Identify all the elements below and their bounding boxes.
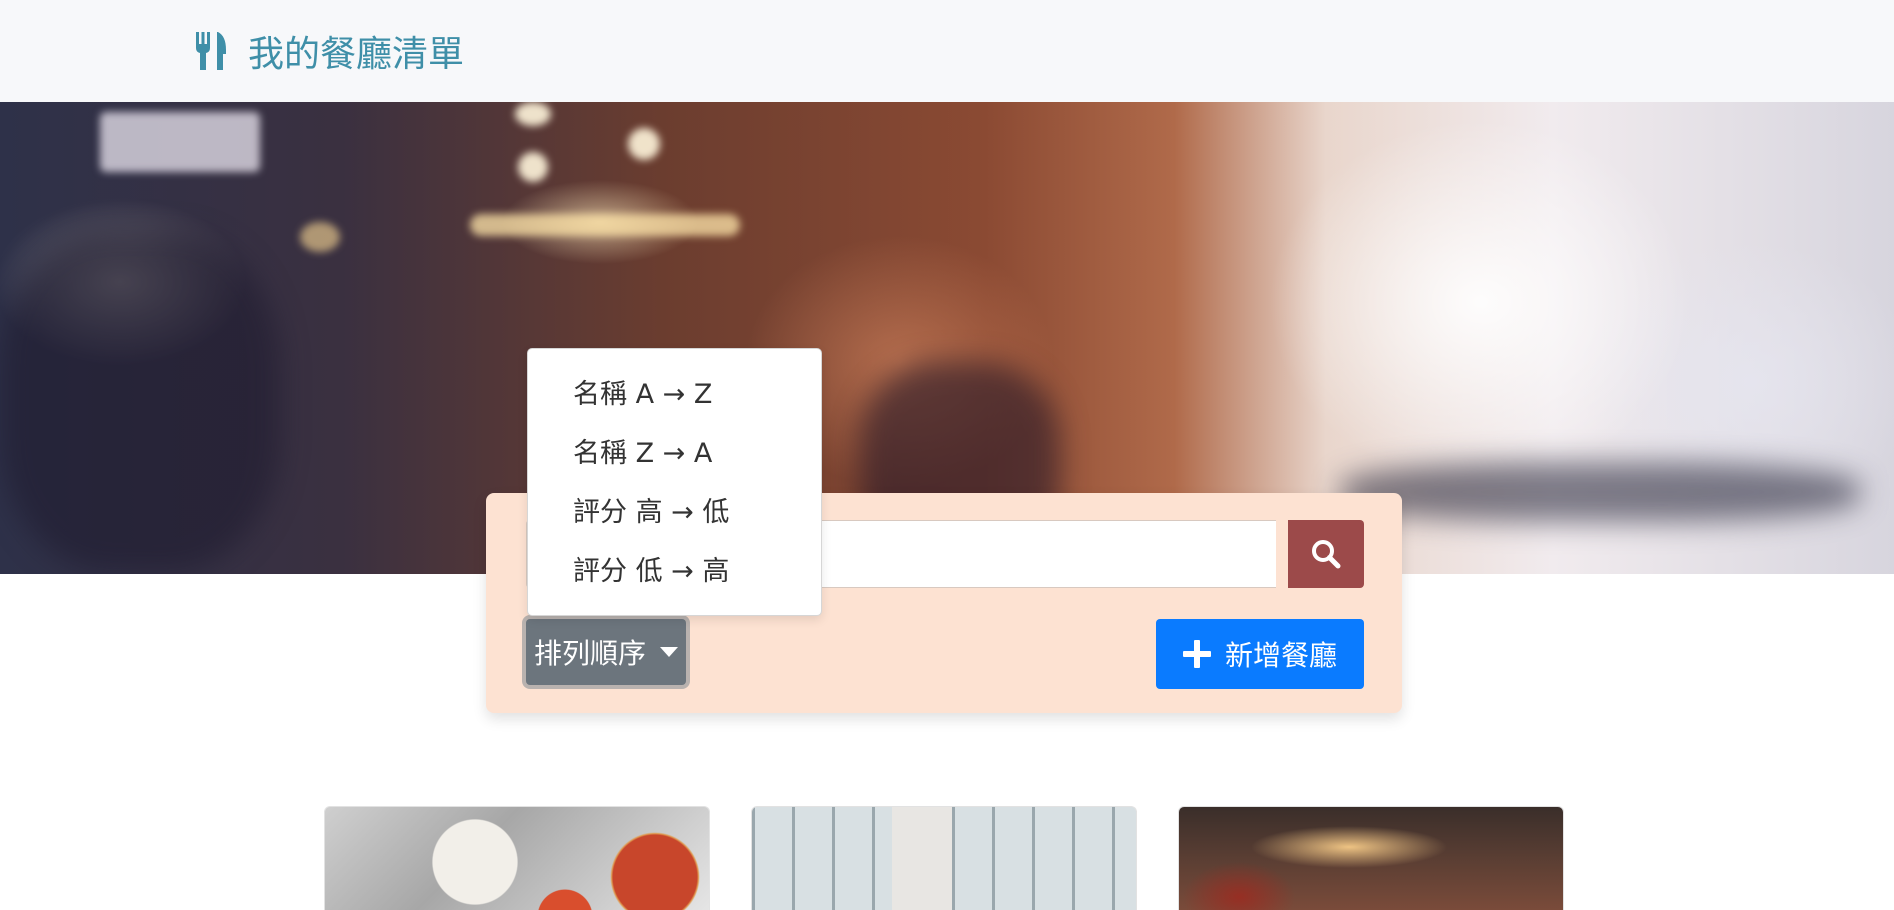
restaurant-card-image[interactable]: [751, 806, 1137, 910]
plus-icon: [1182, 640, 1211, 668]
add-restaurant-label: 新增餐廳: [1224, 639, 1337, 672]
add-restaurant-button[interactable]: 新增餐廳: [1156, 619, 1364, 689]
restaurant-card-image[interactable]: [324, 806, 710, 910]
caret-down-icon: [660, 647, 678, 657]
sort-dropdown-menu: 名稱 A → Z 名稱 Z → A 評分 高 → 低 評分 低 → 高: [527, 348, 822, 616]
sort-dropdown-button[interactable]: 排列順序: [526, 619, 686, 685]
search-button[interactable]: [1288, 520, 1364, 588]
utensils-icon: [196, 32, 226, 70]
restaurant-card-image[interactable]: [1178, 806, 1564, 910]
sort-option-name-asc[interactable]: 名稱 A → Z: [573, 375, 712, 415]
navbar: 我的餐廳清單: [0, 0, 1894, 102]
sort-label: 排列順序: [533, 637, 646, 670]
sort-option-rating-desc[interactable]: 評分 高 → 低: [573, 493, 729, 533]
sort-option-rating-asc[interactable]: 評分 低 → 高: [573, 552, 729, 592]
brand-title: 我的餐廳清單: [248, 34, 465, 75]
sort-option-name-desc[interactable]: 名稱 Z → A: [573, 434, 712, 474]
brand-link[interactable]: 我的餐廳清單: [194, 26, 464, 76]
search-icon: [1312, 540, 1341, 569]
